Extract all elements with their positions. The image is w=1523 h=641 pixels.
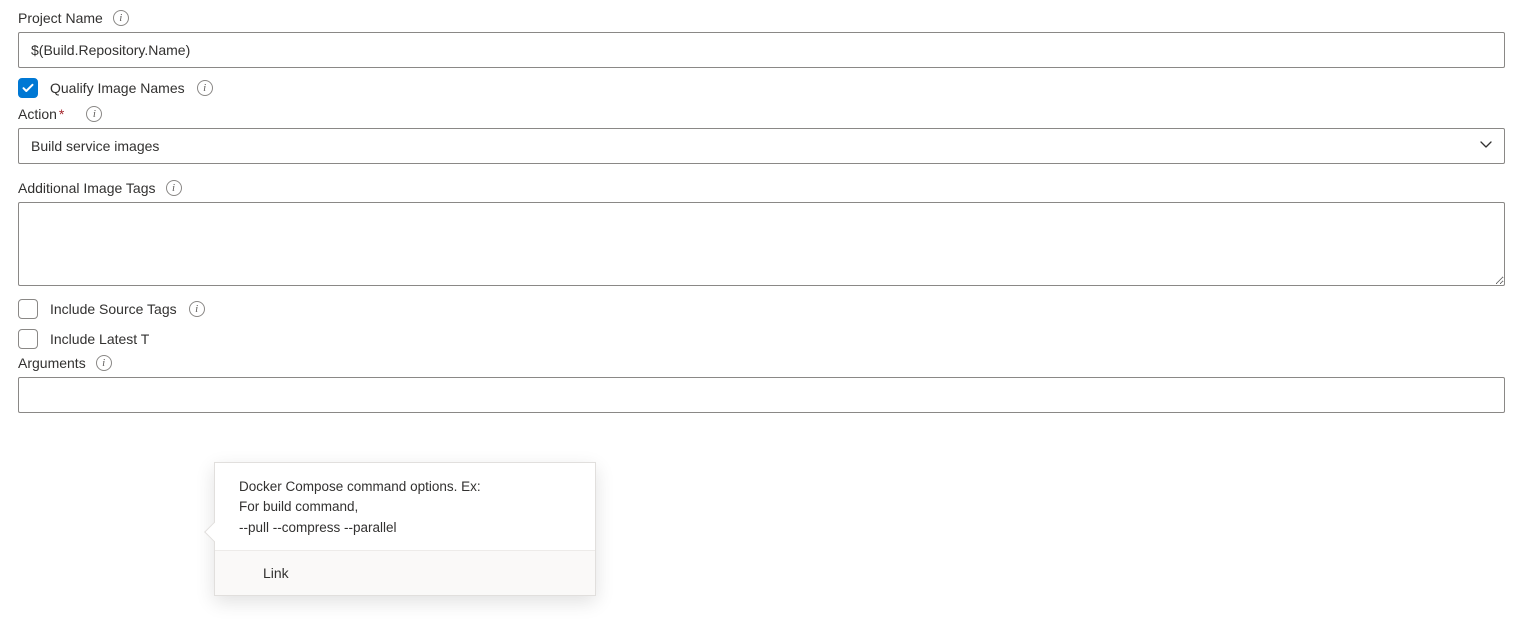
additional-image-tags-field: Additional Image Tags i: [18, 180, 1505, 289]
info-icon[interactable]: i: [189, 301, 205, 317]
include-source-tags-row: Include Source Tags i: [18, 299, 1505, 319]
action-label: Action*: [18, 106, 64, 122]
info-icon[interactable]: i: [197, 80, 213, 96]
info-icon[interactable]: i: [86, 106, 102, 122]
arguments-input[interactable]: [18, 377, 1505, 413]
action-select[interactable]: Build service images: [18, 128, 1505, 164]
project-name-label: Project Name: [18, 10, 103, 26]
info-icon[interactable]: i: [166, 180, 182, 196]
tooltip-link[interactable]: Link: [215, 550, 595, 595]
include-latest-tag-label: Include Latest T: [50, 331, 149, 347]
project-name-input[interactable]: [18, 32, 1505, 68]
tooltip-body: Docker Compose command options. Ex: For …: [215, 463, 595, 550]
include-latest-tag-row: Include Latest T: [18, 329, 1505, 349]
project-name-field: Project Name i: [18, 10, 1505, 68]
action-field: Action* i Build service images: [18, 106, 1505, 164]
tooltip-line: For build command,: [239, 497, 575, 517]
info-icon[interactable]: i: [96, 355, 112, 371]
tooltip-line: Docker Compose command options. Ex:: [239, 477, 575, 497]
arguments-field: Arguments i: [18, 355, 1505, 413]
tooltip-line: --pull --compress --parallel: [239, 518, 575, 538]
include-latest-tag-checkbox[interactable]: [18, 329, 38, 349]
additional-image-tags-label: Additional Image Tags: [18, 180, 156, 196]
qualify-image-names-label: Qualify Image Names: [50, 80, 185, 96]
info-icon[interactable]: i: [113, 10, 129, 26]
additional-image-tags-input[interactable]: [18, 202, 1505, 286]
qualify-image-names-checkbox[interactable]: [18, 78, 38, 98]
include-source-tags-checkbox[interactable]: [18, 299, 38, 319]
arguments-label: Arguments: [18, 355, 86, 371]
qualify-image-names-row: Qualify Image Names i: [18, 78, 1505, 98]
arguments-tooltip: Docker Compose command options. Ex: For …: [214, 462, 596, 596]
include-source-tags-label: Include Source Tags: [50, 301, 177, 317]
